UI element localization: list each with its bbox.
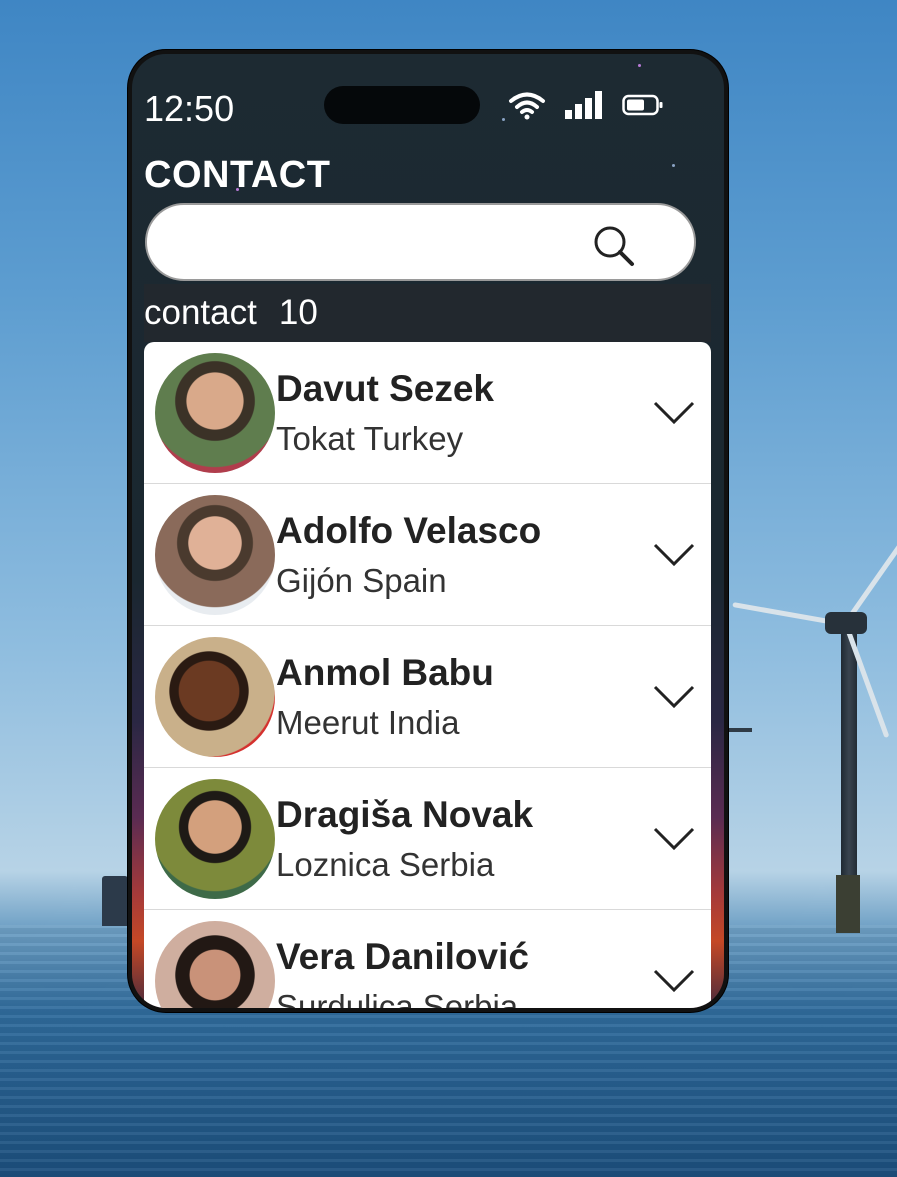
- contact-row[interactable]: Dragiša Novak Loznica Serbia: [144, 768, 711, 910]
- chevron-down-icon[interactable]: [652, 824, 696, 854]
- star-decoration: [672, 164, 675, 167]
- contact-name: Dragiša Novak: [276, 794, 534, 835]
- dynamic-island: [324, 86, 480, 124]
- battery-icon: [622, 94, 663, 116]
- contact-count-label: contact: [144, 293, 257, 332]
- chevron-down-icon[interactable]: [652, 966, 696, 996]
- contact-location: Tokat Turkey: [276, 420, 464, 457]
- contact-name: Vera Danilović: [276, 936, 529, 977]
- contact-name: Davut Sezek: [276, 368, 494, 409]
- avatar: [155, 353, 275, 473]
- page-title: CONTACT: [144, 154, 331, 196]
- phone-frame: 12:50 CONTACT contact 10 Davut Sezek Tok…: [128, 50, 728, 1012]
- search-icon[interactable]: [591, 223, 637, 269]
- contact-row[interactable]: Vera Danilović Surdulica Serbia: [144, 910, 711, 1008]
- contact-location: Loznica Serbia: [276, 846, 495, 883]
- contact-location: Surdulica Serbia: [276, 988, 519, 1008]
- contact-location: Gijón Spain: [276, 562, 447, 599]
- distant-turbine-blade: [728, 728, 752, 732]
- avatar: [155, 921, 275, 1008]
- contact-location: Meerut India: [276, 704, 460, 741]
- contact-count-value: 10: [278, 293, 318, 332]
- status-bar: 12:50: [132, 54, 724, 154]
- avatar: [155, 495, 275, 615]
- wind-turbine-base: [836, 875, 860, 933]
- chevron-down-icon[interactable]: [652, 682, 696, 712]
- contact-count-bar: contact 10: [144, 284, 711, 342]
- status-icons: [508, 90, 664, 120]
- chevron-down-icon[interactable]: [652, 398, 696, 428]
- contact-row[interactable]: Adolfo Velasco Gijón Spain: [144, 484, 711, 626]
- wifi-icon: [509, 92, 545, 120]
- contact-row[interactable]: Anmol Babu Meerut India: [144, 626, 711, 768]
- contact-name: Adolfo Velasco: [276, 510, 542, 551]
- contact-row[interactable]: Davut Sezek Tokat Turkey: [144, 342, 711, 484]
- contact-name: Anmol Babu: [276, 652, 494, 693]
- chevron-down-icon[interactable]: [652, 540, 696, 570]
- phone-screen: 12:50 CONTACT contact 10 Davut Sezek Tok…: [132, 54, 724, 1008]
- wind-turbine-hub: [825, 612, 867, 634]
- status-time: 12:50: [144, 88, 235, 129]
- contact-list[interactable]: Davut Sezek Tokat Turkey Adolfo Velasco …: [144, 342, 711, 1008]
- ship-silhouette: [102, 876, 128, 926]
- signal-icon: [565, 91, 602, 119]
- search-bar[interactable]: [145, 203, 696, 281]
- avatar: [155, 779, 275, 899]
- avatar: [155, 637, 275, 757]
- search-input[interactable]: [171, 219, 585, 267]
